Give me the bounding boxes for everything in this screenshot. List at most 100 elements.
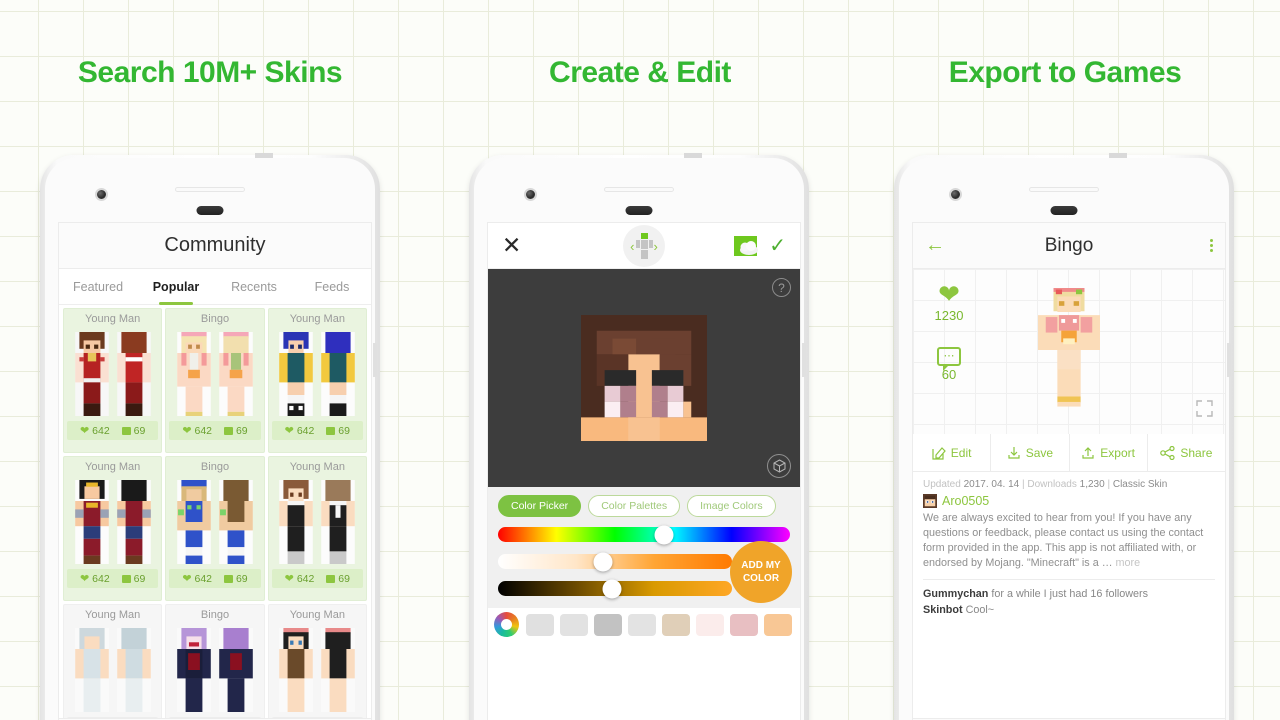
swatch[interactable] [730,613,758,636]
swatch[interactable] [594,613,622,636]
heart-icon: ❤ [80,573,90,585]
help-icon[interactable]: ? [772,278,791,297]
like-stat[interactable]: ❤ 1230 [929,281,969,323]
next-part-arrow-icon[interactable]: › [654,239,658,254]
comment-item[interactable]: Skinbot Cool~ [923,602,1215,618]
comment-text: for a while I just had 16 followers [991,588,1149,600]
skin-card[interactable]: Young Man ❤ 642 69 [267,308,367,453]
swatch[interactable] [696,613,724,636]
speaker-grille [1050,206,1078,215]
add-my-color-button[interactable]: ADD MY COLOR [730,541,792,603]
skin-thumbnails [166,624,263,712]
cloud-save-icon[interactable] [734,235,759,256]
like-count: ❤ 642 [182,425,213,437]
comment-user[interactable]: Skinbot [923,604,963,616]
front-camera-icon [949,188,962,201]
expand-icon[interactable] [1196,400,1213,422]
skin-front-icon [279,480,314,564]
screen-editor: ✕ ‹ › ✓ ? Color Picker Color Palettes Im… [487,222,801,720]
heart-icon: ❤ [938,279,960,309]
skin-grid: Young Man ❤ 642 69 Bingo ❤ 642 69 Young … [59,305,371,720]
confirm-icon[interactable]: ✓ [769,233,786,258]
saturation-slider-knob[interactable] [593,552,613,571]
tab-feeds[interactable]: Feeds [293,269,371,304]
close-icon[interactable]: ✕ [502,234,521,257]
share-button[interactable]: Share [1148,434,1225,471]
skin-card[interactable]: Bingo ❤ 642 69 [165,456,265,601]
author-name[interactable]: Aro0505 [942,494,989,508]
skin-thumbnails [269,476,366,564]
body-part-selector-icon[interactable]: ‹ › [623,225,665,267]
brightness-slider[interactable] [498,579,732,598]
brightness-slider-knob[interactable] [602,579,622,598]
phone-bezel: ✕ ‹ › ✓ ? Color Picker Color Palettes Im… [474,158,806,720]
saturation-slider[interactable] [498,552,732,571]
edit-label: Edit [950,445,972,460]
swatch[interactable] [662,613,690,636]
hue-slider[interactable] [498,525,790,544]
chip-color-palettes[interactable]: Color Palettes [588,495,681,517]
avatar-silhouette-icon [635,233,653,259]
author-row[interactable]: Aro0505 [913,494,1225,508]
skin-preview[interactable]: ❤ 1230 ⋯ 60 [913,269,1225,434]
color-sliders: ADD MY COLOR [498,525,792,603]
comment-user[interactable]: Gummychan [923,588,988,600]
skin-front-icon [177,332,211,416]
save-button[interactable]: Save [991,434,1070,471]
skin-card[interactable]: Young Man ❤ 642 69 [267,604,367,720]
avatar [923,494,937,508]
prev-part-arrow-icon[interactable]: ‹ [630,239,634,254]
comment-count: 69 [326,425,350,437]
like-count: ❤ 642 [182,573,213,585]
skin-card[interactable]: Bingo ❤ 642 69 [165,308,265,453]
skin-front-icon [74,332,109,416]
skin-row: Young Man ❤ 642 69 Bingo [63,308,367,453]
tab-popular[interactable]: Popular [137,269,215,304]
comment-item[interactable]: Gummychan for a while I just had 16 foll… [923,586,1215,602]
swatch[interactable] [526,613,554,636]
headline-create: Create & Edit [549,56,731,89]
color-wheel-icon[interactable] [494,612,519,637]
skin-card[interactable]: Bingo ❤ 642 69 [165,604,265,720]
chip-color-picker[interactable]: Color Picker [498,495,582,517]
overflow-menu-icon[interactable] [1210,239,1213,252]
skin-back-icon [116,628,151,712]
edit-button[interactable]: Edit [913,434,992,471]
power-button[interactable] [802,343,806,377]
screen-skin-detail: ← Bingo ❤ 1230 ⋯ 60 Edit Save Export Sha… [912,222,1226,720]
skin-card-title: Young Man [85,609,141,621]
swatch[interactable] [560,613,588,636]
comment-count: 69 [326,573,350,585]
skin-card[interactable]: Young Man ❤ 642 69 [267,456,367,601]
earpiece-slot [1029,187,1099,192]
skin-meta: Updated 2017. 04. 14 | Downloads 1,230 |… [913,472,1225,492]
skin-card[interactable]: Young Man ❤ 642 69 [63,604,163,720]
comment-stat[interactable]: ⋯ 60 [929,347,969,382]
more-link[interactable]: more [1116,557,1141,569]
swatch[interactable] [764,613,792,636]
upload-icon [1082,446,1094,459]
power-button[interactable] [1227,343,1231,377]
swatch[interactable] [628,613,656,636]
comment-icon [326,426,336,435]
like-count: ❤ 642 [284,573,315,585]
skin-card-title: Bingo [200,313,230,325]
3d-view-icon[interactable] [767,454,791,478]
export-button[interactable]: Export [1070,434,1148,471]
tab-recents[interactable]: Recents [215,269,293,304]
skin-card[interactable]: Young Man ❤ 642 69 [63,308,163,453]
hue-slider-knob[interactable] [654,525,674,544]
power-button[interactable] [373,343,377,377]
meta-separator: | [1107,479,1111,490]
share-label: Share [1180,445,1213,460]
chip-image-colors[interactable]: Image Colors [687,495,776,517]
skin-card-title: Young Man [289,313,345,325]
skin-card[interactable]: Young Man ❤ 642 69 [63,456,163,601]
skin-thumbnails [166,328,263,416]
skin-back-icon [219,628,253,712]
editor-canvas[interactable]: ? [488,269,800,487]
skin-row: Young Man ❤ 642 69 Bingo [63,456,367,601]
tab-featured[interactable]: Featured [59,269,137,304]
comment-icon [121,426,131,435]
skin-front-icon [177,628,211,712]
